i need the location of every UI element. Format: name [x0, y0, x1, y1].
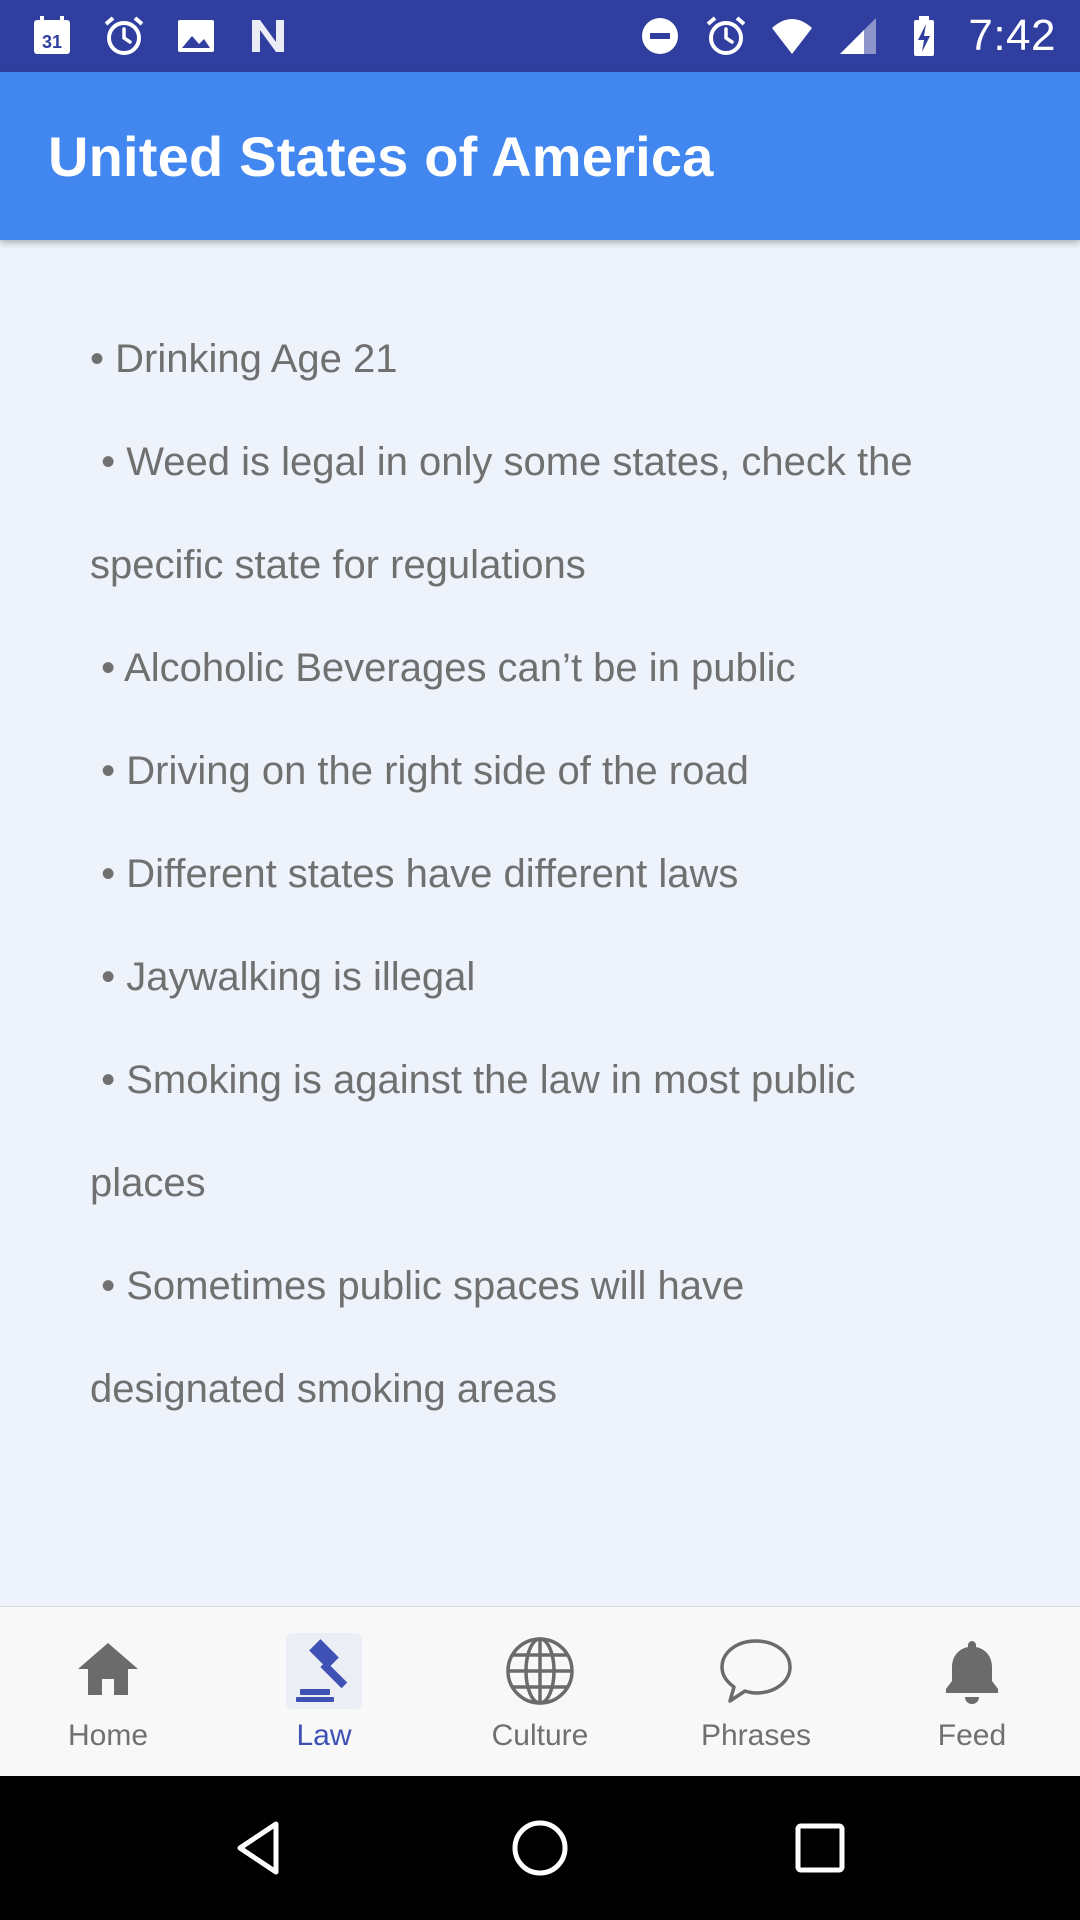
law-line: places — [90, 1161, 206, 1205]
nav-label-phrases: Phrases — [700, 1719, 812, 1752]
law-line: • Weed is legal in only some states, che… — [90, 440, 913, 484]
home-button-icon[interactable] — [500, 1808, 580, 1888]
home-icon — [70, 1633, 146, 1709]
battery-charging-icon — [902, 14, 946, 58]
nav-item-law[interactable]: Law — [216, 1607, 432, 1776]
gavel-icon — [286, 1633, 362, 1709]
nav-item-phrases[interactable]: Phrases — [648, 1607, 864, 1776]
chat-bubble-icon — [718, 1633, 794, 1709]
status-right-icons: 7:42 — [638, 11, 1056, 61]
back-icon[interactable] — [220, 1808, 300, 1888]
alarm-icon — [704, 14, 748, 58]
nav-item-feed[interactable]: Feed — [864, 1607, 1080, 1776]
law-line: • Sometimes public spaces will have — [90, 1264, 745, 1308]
nav-item-culture[interactable]: Culture — [432, 1607, 648, 1776]
law-line: • Driving on the right side of the road — [90, 749, 749, 793]
system-navigation-bar — [0, 1776, 1080, 1920]
svg-text:31: 31 — [42, 32, 62, 52]
app-bar: United States of America — [0, 72, 1080, 240]
law-line: • Different states have different laws — [90, 852, 739, 896]
status-bar: 31 7:42 — [0, 0, 1080, 72]
laws-list: • Drinking Age 21 • Weed is legal in onl… — [90, 308, 990, 1441]
recents-icon[interactable] — [780, 1808, 860, 1888]
nav-item-home[interactable]: Home — [0, 1607, 216, 1776]
wifi-icon — [770, 14, 814, 58]
law-line: • Alcoholic Beverages can’t be in public — [90, 646, 796, 690]
nav-label-home: Home — [67, 1719, 149, 1752]
globe-icon — [502, 1633, 578, 1709]
nav-label-culture: Culture — [491, 1719, 589, 1752]
law-line: designated smoking areas — [90, 1367, 557, 1411]
law-line: specific state for regulations — [90, 543, 586, 587]
bell-icon — [934, 1633, 1010, 1709]
status-left-icons: 31 — [30, 14, 290, 58]
law-line: • Smoking is against the law in most pub… — [90, 1058, 856, 1102]
n-icon — [246, 14, 290, 58]
nav-label-law: Law — [296, 1719, 352, 1752]
dnd-icon — [638, 14, 682, 58]
status-clock: 7:42 — [968, 11, 1056, 60]
signal-icon — [836, 14, 880, 58]
law-line: • Drinking Age 21 — [90, 337, 398, 381]
nav-label-feed: Feed — [937, 1719, 1007, 1752]
image-icon — [174, 14, 218, 58]
bottom-navigation: Home Law Culture Phrases Feed — [0, 1606, 1080, 1776]
calendar-icon: 31 — [30, 14, 74, 58]
alarm-icon — [102, 14, 146, 58]
law-line: • Jaywalking is illegal — [90, 955, 476, 999]
page-title: United States of America — [48, 124, 714, 188]
